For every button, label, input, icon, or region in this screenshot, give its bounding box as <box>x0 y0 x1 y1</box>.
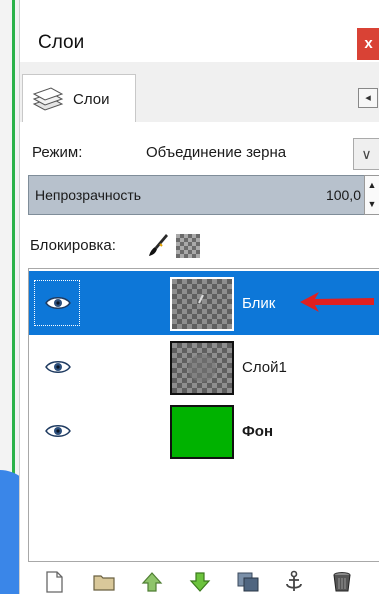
dock-tab-bar: Слои ◂ <box>20 74 379 123</box>
opacity-value[interactable]: 100,0 <box>326 187 361 203</box>
layers-stack-icon <box>31 86 65 112</box>
layers-dialog: Слои x Слои ◂ Режим: Объединение зерна ∨… <box>19 0 379 594</box>
layers-content: Режим: Объединение зерна ∨ Непрозрачност… <box>20 122 379 594</box>
layers-list: Блик Слой1 Фон <box>28 268 379 562</box>
eye-icon <box>45 361 71 373</box>
mode-dropdown-button[interactable]: ∨ <box>353 138 379 170</box>
layer-thumbnail <box>170 405 234 459</box>
layer-name[interactable]: Блик <box>242 295 275 312</box>
visibility-toggle[interactable] <box>35 345 79 389</box>
layer-name[interactable]: Слой1 <box>242 359 287 376</box>
duplicate-layer-icon[interactable] <box>236 570 260 594</box>
title-bar: Слои x <box>20 0 379 62</box>
lower-layer-icon[interactable] <box>188 570 212 594</box>
tab-menu-button[interactable]: ◂ <box>358 88 378 108</box>
close-button[interactable]: x <box>357 28 379 60</box>
mode-select[interactable]: Объединение зерна <box>146 144 286 161</box>
tab-layers-label: Слои <box>73 91 110 108</box>
opacity-spinner[interactable]: ▲ ▼ <box>364 175 379 215</box>
delete-layer-icon[interactable] <box>330 570 354 594</box>
lock-label: Блокировка: <box>30 237 116 254</box>
new-group-icon[interactable] <box>92 570 116 594</box>
layers-toolbar <box>20 562 379 594</box>
layer-thumbnail <box>170 277 234 331</box>
window-title: Слои <box>38 32 85 53</box>
alpha-checker-icon[interactable] <box>176 234 200 258</box>
visibility-toggle[interactable] <box>35 409 79 453</box>
mode-row: Режим: Объединение зерна ∨ <box>20 134 379 170</box>
raise-layer-icon[interactable] <box>140 570 164 594</box>
lock-row: Блокировка: <box>20 230 379 260</box>
spin-up-icon[interactable]: ▲ <box>365 176 379 195</box>
brush-icon[interactable] <box>148 232 170 258</box>
layer-row-sloy1[interactable]: Слой1 <box>29 335 379 399</box>
eye-icon <box>45 297 71 309</box>
layer-row-blik[interactable]: Блик <box>29 271 379 335</box>
opacity-slider[interactable]: Непрозрачность 100,0 <box>28 175 366 215</box>
spin-down-icon[interactable]: ▼ <box>365 195 379 214</box>
tab-layers[interactable]: Слои <box>22 74 136 123</box>
annotation-arrow-icon <box>300 292 374 312</box>
layer-name[interactable]: Фон <box>242 423 273 440</box>
layer-row-fon[interactable]: Фон <box>29 399 379 463</box>
opacity-label: Непрозрачность <box>35 187 142 203</box>
layer-thumbnail <box>170 341 234 395</box>
new-layer-icon[interactable] <box>42 570 66 594</box>
visibility-toggle[interactable] <box>34 280 80 326</box>
eye-icon <box>45 425 71 437</box>
mode-label: Режим: <box>32 144 83 161</box>
anchor-layer-icon[interactable] <box>282 570 306 594</box>
